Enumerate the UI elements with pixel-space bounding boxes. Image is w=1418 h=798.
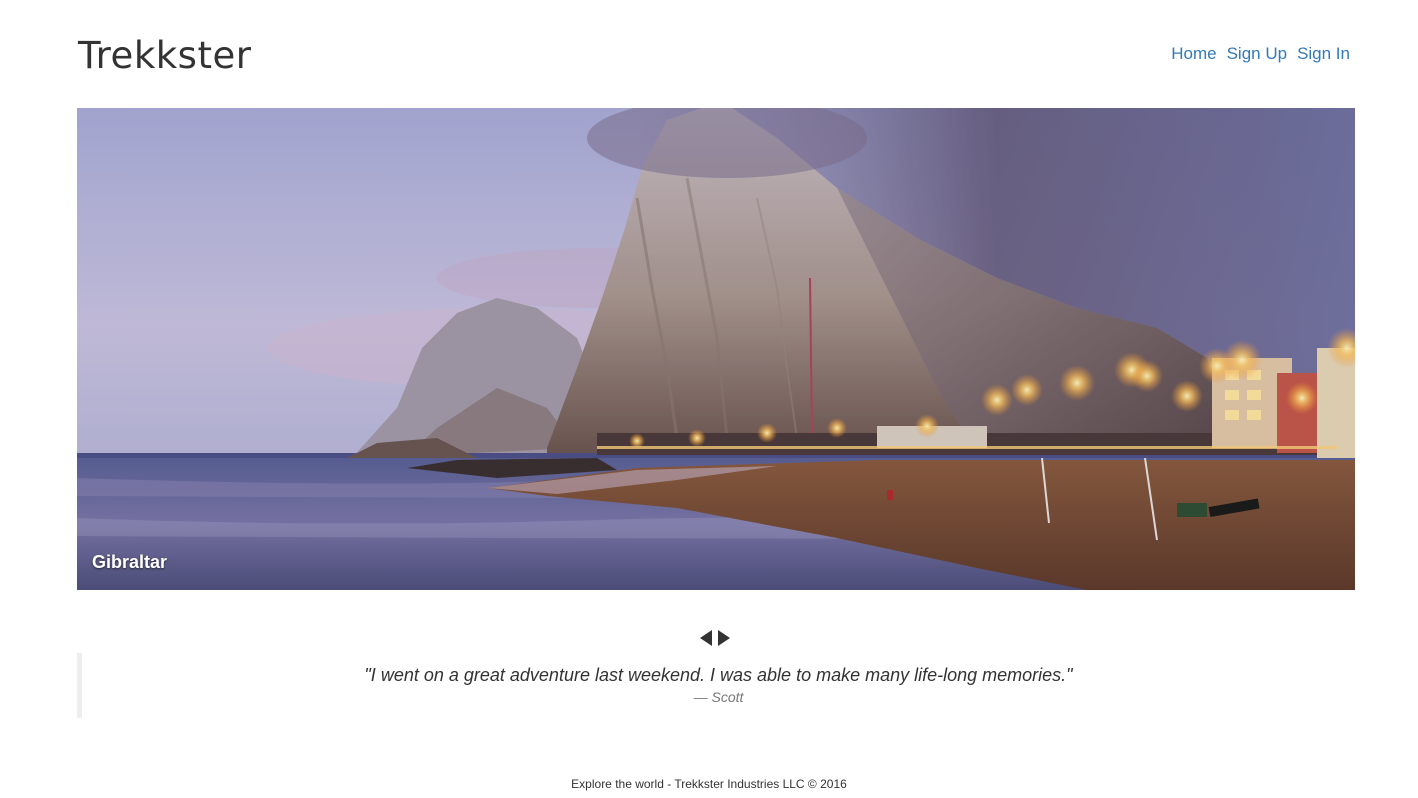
main-nav: Home Sign Up Sign In: [1171, 44, 1350, 64]
nav-sign-up-link[interactable]: Sign Up: [1227, 44, 1287, 64]
triangle-left-icon[interactable]: [698, 628, 714, 648]
hero-image: [77, 108, 1355, 590]
hero-carousel-slide: Gibraltar: [77, 108, 1355, 590]
nav-home-link[interactable]: Home: [1171, 44, 1216, 64]
nav-sign-in-link[interactable]: Sign In: [1297, 44, 1350, 64]
site-header: Trekkster Home Sign Up Sign In: [0, 0, 1418, 108]
testimonial-quote: "I went on a great adventure last weeken…: [77, 653, 1355, 718]
testimonial-author: — Scott: [693, 689, 744, 705]
testimonial-text: "I went on a great adventure last weeken…: [364, 665, 1073, 685]
site-footer: Explore the world - Trekkster Industries…: [571, 777, 847, 791]
hero-caption: Gibraltar: [92, 552, 168, 572]
carousel-controls: [698, 628, 732, 648]
brand-logo-text[interactable]: Trekkster: [78, 30, 251, 82]
triangle-right-icon[interactable]: [716, 628, 732, 648]
